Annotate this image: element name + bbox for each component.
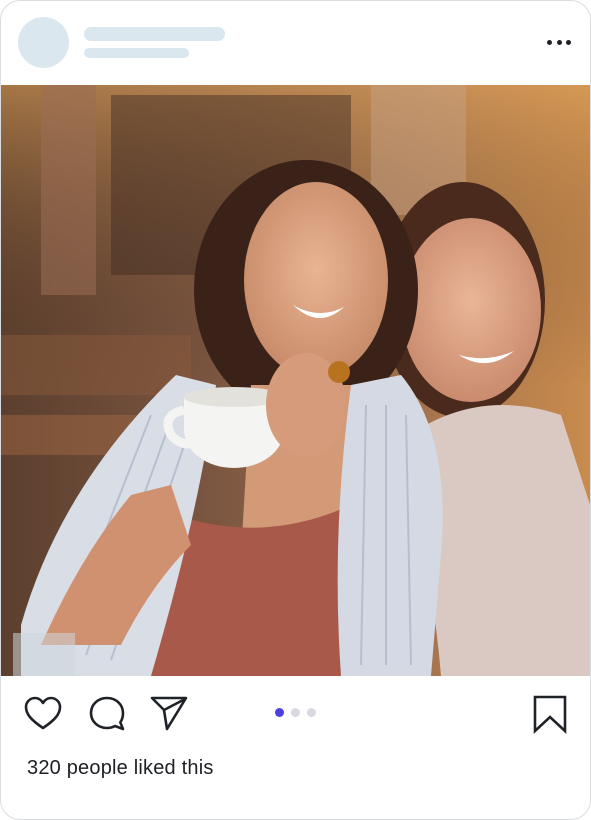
more-dots-icon	[547, 39, 552, 45]
avatar-placeholder[interactable]	[18, 17, 69, 68]
subtitle-placeholder	[84, 48, 189, 58]
carousel-dot[interactable]	[307, 708, 316, 717]
like-button[interactable]	[23, 694, 63, 734]
carousel-dot-active[interactable]	[275, 708, 284, 717]
post-card: 320 people liked this	[0, 0, 591, 820]
carousel-dot[interactable]	[291, 708, 300, 717]
save-button[interactable]	[530, 694, 570, 734]
likes-count-text[interactable]: 320 people liked this	[27, 757, 214, 780]
post-header	[1, 1, 590, 85]
paper-plane-icon	[150, 696, 188, 731]
post-actions	[1, 676, 590, 748]
bookmark-icon	[533, 695, 567, 734]
comment-button[interactable]	[87, 694, 127, 734]
heart-icon	[24, 696, 62, 730]
share-button[interactable]	[149, 694, 189, 734]
more-options-button[interactable]	[542, 27, 576, 57]
username-placeholder	[84, 27, 225, 41]
photo-illustration	[1, 85, 590, 676]
post-photo[interactable]	[1, 85, 590, 676]
carousel-indicator	[275, 708, 316, 717]
comment-bubble-icon	[89, 696, 125, 731]
